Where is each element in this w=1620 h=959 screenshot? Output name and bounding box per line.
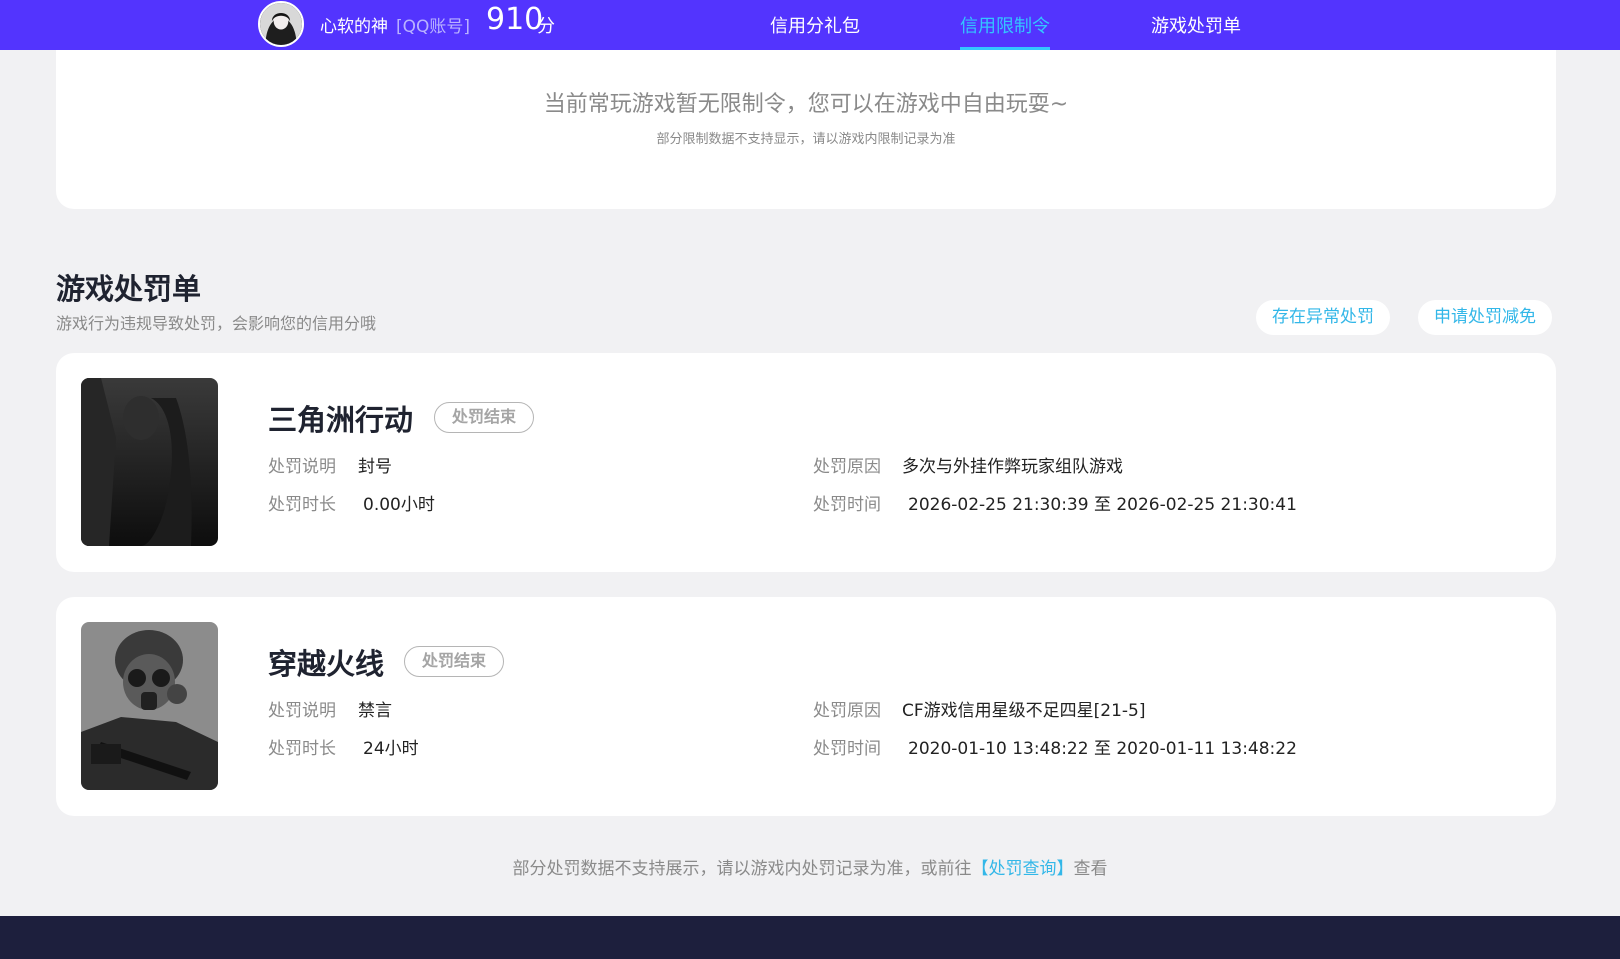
bottom-bar [0,916,1620,959]
user-name: 心软的神 [320,17,388,37]
tab-credit-gift[interactable]: 信用分礼包 [770,12,860,50]
avatar[interactable] [258,1,304,47]
penalty-footer-note: 部分处罚数据不支持展示，请以游戏内处罚记录为准，或前往【处罚查询】查看 [0,854,1620,879]
penalty-description-label: 处罚说明 [268,457,336,477]
game-name: 穿越火线 [268,647,385,681]
tab-game-penalty[interactable]: 游戏处罚单 [1151,12,1241,50]
penalty-reason-value: 多次与外挂作弊玩家组队游戏 [902,457,1123,477]
penalty-section-description: 游戏行为违规导致处罚，会影响您的信用分哦 [56,314,377,333]
credit-score-unit: 分 [537,16,555,37]
apply-penalty-reduction-button[interactable]: 申请处罚减免 [1418,300,1552,335]
penalty-reason-label: 处罚原因 [813,701,881,721]
account-type-label: [QQ账号] [396,17,471,37]
game-name: 三角洲行动 [268,403,414,437]
penalty-description-label: 处罚说明 [268,701,336,721]
penalty-duration-value: 0.00小时 [363,495,435,515]
penalty-duration-label: 处罚时长 [268,495,336,515]
penalty-time-label: 处罚时间 [813,495,881,515]
status-badge: 处罚结束 [434,402,535,433]
restriction-note: 部分限制数据不支持显示，请以游戏内限制记录为准 [656,132,956,147]
penalty-time-label: 处罚时间 [813,739,881,759]
penalty-query-link[interactable]: 【处罚查询】 [972,859,1074,879]
status-badge: 处罚结束 [404,646,505,677]
penalty-card: 穿越火线 处罚结束 处罚说明 禁言 处罚时长 24小时 处罚原因 CF游戏信用星… [56,597,1556,816]
penalty-section-title: 游戏处罚单 [56,272,202,306]
penalty-time-value: 2026-02-25 21:30:39 至 2026-02-25 21:30:4… [908,495,1297,515]
footer-note-prefix: 部分处罚数据不支持展示，请以游戏内处罚记录为准，或前往 [512,859,972,879]
penalty-duration-value: 24小时 [363,739,419,759]
top-nav-bar: 心软的神 [QQ账号] 910 分 信用分礼包 信用限制令 游戏处罚单 [0,0,1620,50]
penalty-description-value: 禁言 [358,701,392,721]
penalty-card: 三角洲行动 处罚结束 处罚说明 封号 处罚时长 0.00小时 处罚原因 多次与外… [56,353,1556,572]
tab-credit-restriction[interactable]: 信用限制令 [960,12,1050,50]
penalty-reason-value: CF游戏信用星级不足四星[21-5] [902,701,1146,721]
game-thumbnail-delta-force [81,378,218,546]
report-abnormal-penalty-button[interactable]: 存在异常处罚 [1256,300,1390,335]
restriction-notice-card: 当前常玩游戏暂无限制令，您可以在游戏中自由玩耍~ 部分限制数据不支持显示，请以游… [56,50,1556,209]
penalty-time-value: 2020-01-10 13:48:22 至 2020-01-11 13:48:2… [908,739,1297,759]
game-thumbnail-crossfire [81,622,218,790]
penalty-description-value: 封号 [358,457,392,477]
restriction-message: 当前常玩游戏暂无限制令，您可以在游戏中自由玩耍~ [543,92,1069,117]
footer-note-suffix: 查看 [1073,859,1108,879]
penalty-reason-label: 处罚原因 [813,457,881,477]
credit-score: 910 [486,2,544,37]
penalty-duration-label: 处罚时长 [268,739,336,759]
